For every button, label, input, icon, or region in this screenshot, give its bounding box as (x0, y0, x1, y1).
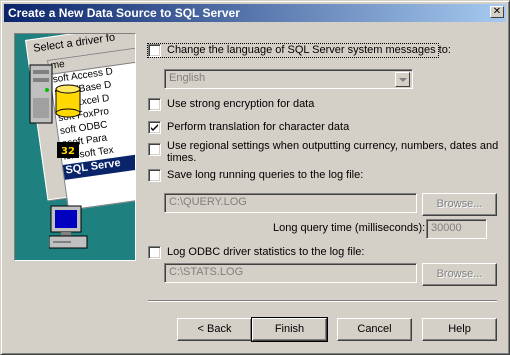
translation-option[interactable]: Perform translation for character data (148, 121, 350, 134)
language-select-value: English (169, 72, 206, 84)
regional-settings-option[interactable]: Use regional settings when outputting cu… (148, 140, 498, 166)
log-stats-option[interactable]: Log ODBC driver statistics to the log fi… (148, 246, 364, 259)
query-log-path-field: C:\QUERY.LOG (164, 193, 417, 213)
dialog-window: Create a New Data Source to SQL Server ✕… (0, 0, 510, 355)
save-long-queries-option[interactable]: Save long running queries to the log fil… (148, 169, 363, 182)
change-language-label: Change the language of SQL Server system… (167, 44, 451, 56)
change-language-option[interactable]: Change the language of SQL Server system… (147, 43, 451, 58)
save-long-queries-checkbox[interactable] (148, 169, 161, 182)
strong-encryption-label: Use strong encryption for data (167, 98, 315, 110)
server-icon (29, 64, 53, 124)
separator (148, 300, 497, 302)
save-long-queries-label: Save long running queries to the log fil… (167, 169, 364, 181)
stats-log-browse-button: Browse... (422, 263, 497, 286)
wizard-illustration: Select a driver fo me soft Access D soft… (14, 33, 136, 261)
translation-label: Perform translation for character data (167, 121, 350, 133)
illustration-driver-list: me soft Access D soft dBase D soft Excel… (47, 40, 135, 211)
close-button[interactable]: ✕ (490, 6, 504, 18)
query-log-path-value: C:\QUERY.LOG (169, 196, 247, 208)
chevron-down-icon (395, 72, 410, 87)
language-select: English (164, 69, 413, 89)
strong-encryption-option[interactable]: Use strong encryption for data (148, 98, 328, 111)
close-icon: ✕ (492, 6, 502, 17)
regional-settings-label-line2: times. (167, 152, 197, 164)
back-button[interactable]: < Back (177, 318, 252, 341)
regional-settings-checkbox[interactable] (148, 143, 161, 156)
log-stats-checkbox[interactable] (148, 246, 161, 259)
strong-encryption-checkbox[interactable] (148, 98, 161, 111)
long-query-time-value: 30000 (431, 222, 462, 234)
badge-text: 32 (61, 146, 75, 157)
cancel-button[interactable]: Cancel (337, 318, 412, 341)
translation-checkbox[interactable] (148, 121, 161, 134)
database-icon (55, 84, 81, 118)
stats-log-path-field: C:\STATS.LOG (164, 263, 417, 283)
long-query-time-field: 30000 (426, 219, 487, 239)
log-stats-label: Log ODBC driver statistics to the log fi… (167, 246, 365, 258)
change-language-checkbox[interactable] (148, 44, 161, 57)
checkmark-icon (151, 124, 158, 131)
query-log-browse-button: Browse... (422, 193, 497, 216)
computer-icon (49, 205, 88, 249)
regional-settings-label-line1: Use regional settings when outputting cu… (167, 140, 499, 152)
title-bar[interactable]: Create a New Data Source to SQL Server ✕ (4, 4, 506, 22)
finish-button[interactable]: Finish (251, 317, 328, 342)
help-button[interactable]: Help (422, 318, 497, 341)
window-title: Create a New Data Source to SQL Server (8, 6, 240, 20)
stats-log-path-value: C:\STATS.LOG (169, 266, 244, 278)
32-bit-badge-icon: 32 (57, 142, 79, 158)
long-query-time-label: Long query time (milliseconds): (273, 222, 426, 234)
